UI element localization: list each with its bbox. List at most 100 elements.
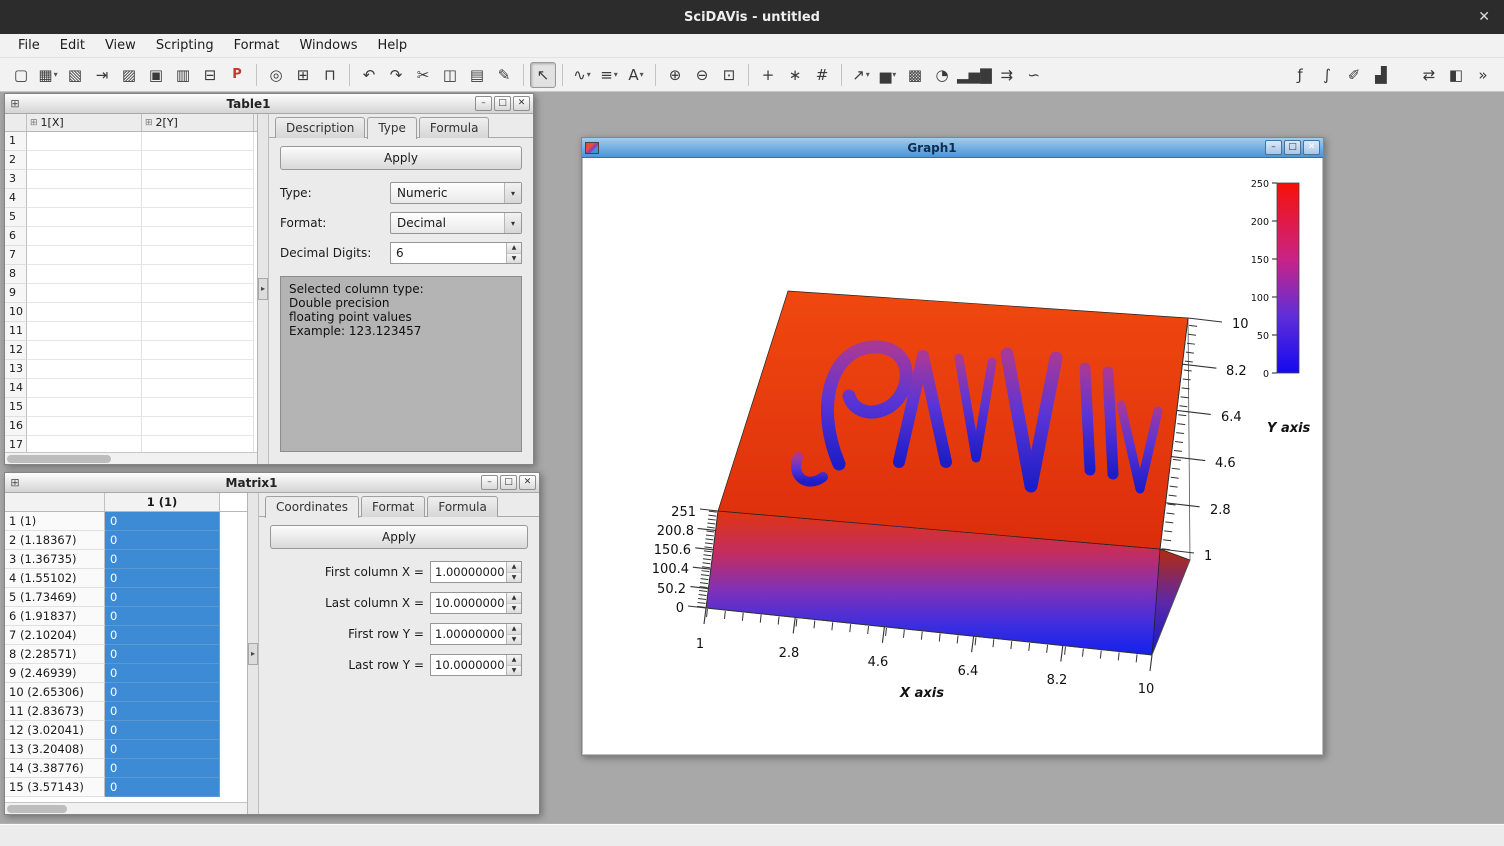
- table-cell[interactable]: [27, 303, 142, 322]
- table-cell[interactable]: [142, 360, 254, 379]
- table-cell[interactable]: [142, 436, 254, 452]
- redo-icon[interactable]: ↷: [383, 62, 409, 88]
- plot-style-icon[interactable]: ≡▾: [596, 62, 622, 88]
- table-cell[interactable]: [142, 398, 254, 417]
- input-value[interactable]: 1.00000000: [431, 624, 506, 644]
- tab-formula[interactable]: Formula: [427, 496, 498, 517]
- table1-titlebar[interactable]: ⊞ Table1 – □ ✕: [5, 94, 533, 114]
- first-row-y-input[interactable]: 1.00000000▲▼: [430, 623, 522, 645]
- row-header[interactable]: 15 (3.57143): [5, 778, 105, 797]
- spin-value[interactable]: 6: [391, 243, 506, 263]
- spin-down-icon[interactable]: ▼: [507, 573, 521, 583]
- fit-wizard-icon[interactable]: ƒ: [1287, 62, 1313, 88]
- tab-description[interactable]: Description: [275, 117, 365, 138]
- plot-spline-icon[interactable]: ∽: [1021, 62, 1047, 88]
- table-cell[interactable]: [27, 360, 142, 379]
- spin-down-icon[interactable]: ▼: [507, 604, 521, 614]
- move-points-icon[interactable]: #: [809, 62, 835, 88]
- row-number[interactable]: 1: [5, 132, 27, 151]
- close-button[interactable]: ✕: [519, 475, 536, 490]
- row-header[interactable]: 13 (3.20408): [5, 740, 105, 759]
- row-header[interactable]: 4 (1.55102): [5, 569, 105, 588]
- collapse-arrow-icon[interactable]: ▸: [248, 643, 258, 665]
- select-range-icon[interactable]: ∗: [782, 62, 808, 88]
- panel-splitter[interactable]: ▸: [258, 114, 269, 464]
- export-graph-icon[interactable]: ✐: [1341, 62, 1367, 88]
- row-header[interactable]: 10 (2.65306): [5, 683, 105, 702]
- spin-up-icon[interactable]: ▲: [507, 624, 521, 635]
- table-cell[interactable]: [27, 208, 142, 227]
- copy-icon[interactable]: ◫: [437, 62, 463, 88]
- print-icon[interactable]: ⊟: [197, 62, 223, 88]
- row-number[interactable]: 9: [5, 284, 27, 303]
- new-project-icon[interactable]: ▢: [8, 62, 34, 88]
- find-window-icon[interactable]: ◎: [263, 62, 289, 88]
- matrix-cell[interactable]: 0: [105, 531, 220, 550]
- menu-help[interactable]: Help: [367, 35, 417, 56]
- arrange-layers-icon[interactable]: ◧: [1443, 62, 1469, 88]
- row-number[interactable]: 6: [5, 227, 27, 246]
- plot-3d-icon[interactable]: ▅▾: [875, 62, 901, 88]
- table-cell[interactable]: [142, 227, 254, 246]
- spin-up-icon[interactable]: ▲: [507, 593, 521, 604]
- matrix-cell[interactable]: 0: [105, 740, 220, 759]
- save-as-icon[interactable]: ▥: [170, 62, 196, 88]
- row-header[interactable]: 9 (2.46939): [5, 664, 105, 683]
- table-cell[interactable]: [27, 284, 142, 303]
- table-cell[interactable]: [27, 379, 142, 398]
- window-close-icon[interactable]: ✕: [1478, 9, 1490, 25]
- horizontal-scrollbar[interactable]: [5, 802, 247, 814]
- row-header[interactable]: 1 (1): [5, 512, 105, 531]
- row-number[interactable]: 10: [5, 303, 27, 322]
- table-cell[interactable]: [27, 398, 142, 417]
- row-header[interactable]: 6 (1.91837): [5, 607, 105, 626]
- row-number[interactable]: 7: [5, 246, 27, 265]
- cut-icon[interactable]: ✂: [410, 62, 436, 88]
- table-cell[interactable]: [142, 151, 254, 170]
- apply-button[interactable]: Apply: [270, 525, 528, 549]
- format-dropdown[interactable]: Decimal▾: [390, 212, 522, 234]
- table-cell[interactable]: [27, 227, 142, 246]
- toolbar-overflow-icon[interactable]: »: [1470, 62, 1496, 88]
- horizontal-scrollbar[interactable]: [5, 452, 257, 464]
- new-aspect-icon[interactable]: ▦▾: [35, 62, 61, 88]
- zoom-out-icon[interactable]: ⊖: [689, 62, 715, 88]
- row-number[interactable]: 14: [5, 379, 27, 398]
- row-header[interactable]: 5 (1.73469): [5, 588, 105, 607]
- column-header-2y[interactable]: ⊞2[Y]: [142, 114, 254, 131]
- matrix-cell[interactable]: 0: [105, 607, 220, 626]
- matrix-cell[interactable]: 0: [105, 645, 220, 664]
- menu-windows[interactable]: Windows: [289, 35, 367, 56]
- column-header-1x[interactable]: ⊞1[X]: [27, 114, 142, 131]
- row-number[interactable]: 5: [5, 208, 27, 227]
- input-value[interactable]: 10.0000000: [431, 655, 506, 675]
- table-cell[interactable]: [27, 265, 142, 284]
- input-value[interactable]: 1.00000000: [431, 562, 506, 582]
- chevron-down-icon[interactable]: ▾: [504, 213, 521, 233]
- minimize-button[interactable]: –: [1265, 140, 1282, 155]
- table-cell[interactable]: [142, 379, 254, 398]
- pointer-icon[interactable]: ↖: [530, 62, 556, 88]
- row-number[interactable]: 8: [5, 265, 27, 284]
- menu-format[interactable]: Format: [224, 35, 290, 56]
- row-header[interactable]: 2 (1.18367): [5, 531, 105, 550]
- show-table-icon[interactable]: ⊞: [290, 62, 316, 88]
- matrix-column-header[interactable]: 1 (1): [105, 493, 220, 511]
- row-header[interactable]: 7 (2.10204): [5, 626, 105, 645]
- table-cell[interactable]: [142, 265, 254, 284]
- matrix-cell[interactable]: 0: [105, 626, 220, 645]
- import-image-icon[interactable]: ▨: [116, 62, 142, 88]
- chevron-down-icon[interactable]: ▾: [504, 183, 521, 203]
- plot-matrix-icon[interactable]: ▩: [902, 62, 928, 88]
- matrix-cell[interactable]: 0: [105, 721, 220, 740]
- table-cell[interactable]: [27, 436, 142, 452]
- table-cell[interactable]: [142, 417, 254, 436]
- row-number[interactable]: 2: [5, 151, 27, 170]
- row-number[interactable]: 3: [5, 170, 27, 189]
- menu-scripting[interactable]: Scripting: [146, 35, 224, 56]
- table-cell[interactable]: [27, 132, 142, 151]
- spin-up-icon[interactable]: ▲: [507, 562, 521, 573]
- maximize-button[interactable]: □: [500, 475, 517, 490]
- data-reader-icon[interactable]: +: [755, 62, 781, 88]
- row-header[interactable]: 11 (2.83673): [5, 702, 105, 721]
